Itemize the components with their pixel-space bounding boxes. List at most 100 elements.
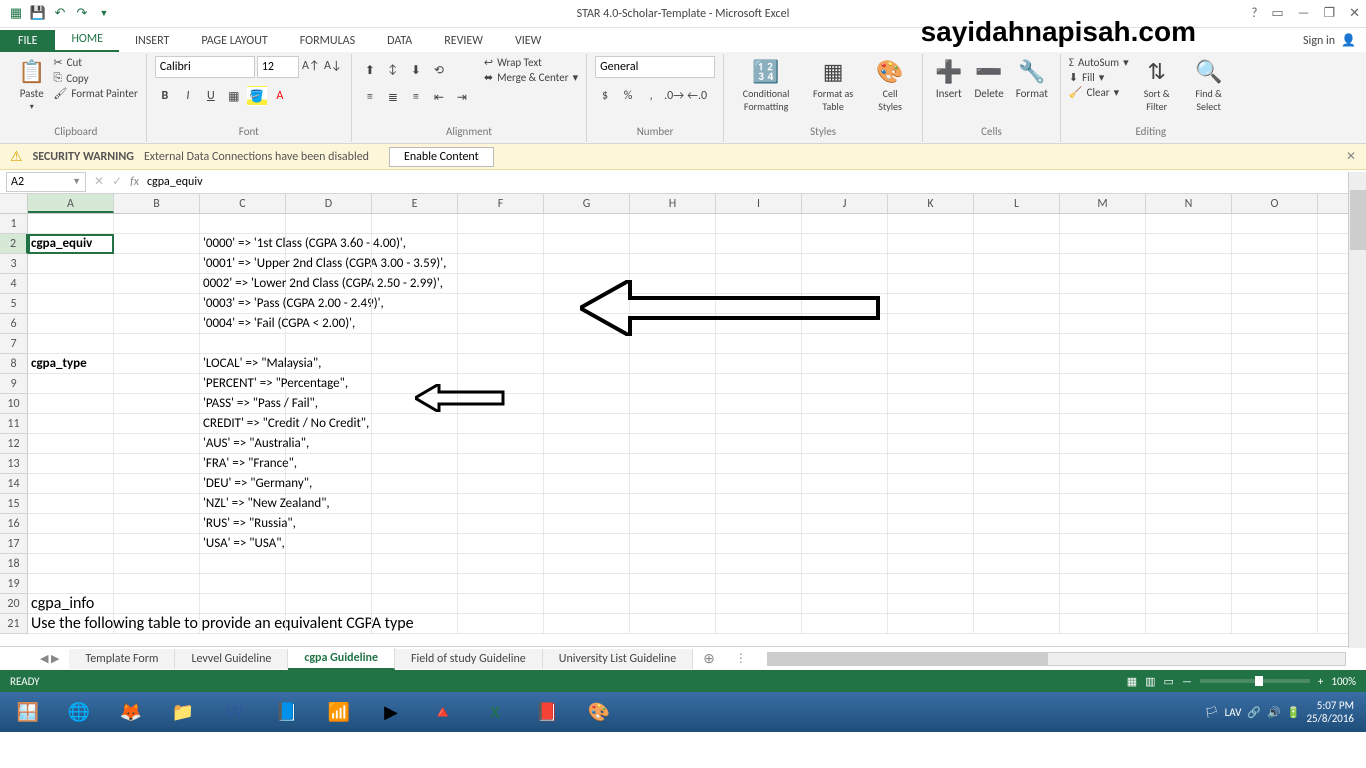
cell-F19[interactable] — [458, 574, 544, 593]
cell-L3[interactable] — [974, 254, 1060, 273]
cell-A1[interactable] — [28, 214, 114, 233]
cell-O2[interactable] — [1232, 234, 1318, 253]
save-icon[interactable]: 💾 — [30, 6, 46, 22]
cell-E3[interactable] — [372, 254, 458, 273]
cell-B10[interactable] — [114, 394, 200, 413]
cell-A9[interactable] — [28, 374, 114, 393]
cell-K5[interactable] — [888, 294, 974, 313]
row-header-10[interactable]: 10 — [0, 394, 28, 414]
tab-insert[interactable]: INSERT — [119, 30, 185, 52]
cell-N11[interactable] — [1146, 414, 1232, 433]
cell-J17[interactable] — [802, 534, 888, 553]
cell-D3[interactable] — [286, 254, 372, 273]
close-icon[interactable]: ✕ — [1349, 6, 1360, 21]
cell-C3[interactable]: '0001' => 'Upper 2nd Class (CGPA 3.00 - … — [200, 254, 286, 273]
cell-C8[interactable]: 'LOCAL' => "Malaysia", — [200, 354, 286, 373]
taskbar-explorer-icon[interactable]: 📁 — [158, 695, 208, 729]
paste-button[interactable]: 📋Paste▾ — [14, 56, 49, 114]
cell-M4[interactable] — [1060, 274, 1146, 293]
cell-K11[interactable] — [888, 414, 974, 433]
cell-L16[interactable] — [974, 514, 1060, 533]
row-header-21[interactable]: 21 — [0, 614, 28, 634]
cell-H3[interactable] — [630, 254, 716, 273]
cell-H20[interactable] — [630, 594, 716, 613]
cell-D14[interactable] — [286, 474, 372, 493]
cell-M1[interactable] — [1060, 214, 1146, 233]
cell-I7[interactable] — [716, 334, 802, 353]
wrap-text-button[interactable]: ↩Wrap Text — [484, 56, 578, 69]
cell-K15[interactable] — [888, 494, 974, 513]
cell-L8[interactable] — [974, 354, 1060, 373]
cell-E1[interactable] — [372, 214, 458, 233]
hscroll-thumb[interactable] — [768, 653, 1048, 665]
cell-B14[interactable] — [114, 474, 200, 493]
row-header-7[interactable]: 7 — [0, 334, 28, 354]
cell-I8[interactable] — [716, 354, 802, 373]
cell-J10[interactable] — [802, 394, 888, 413]
cell-K9[interactable] — [888, 374, 974, 393]
tab-page-layout[interactable]: PAGE LAYOUT — [185, 30, 283, 52]
cell-O8[interactable] — [1232, 354, 1318, 373]
cell-F13[interactable] — [458, 454, 544, 473]
row-header-9[interactable]: 9 — [0, 374, 28, 394]
cell-L15[interactable] — [974, 494, 1060, 513]
cell-O19[interactable] — [1232, 574, 1318, 593]
sheet-tab-level-guideline[interactable]: Levvel Guideline — [175, 649, 288, 669]
minimize-icon[interactable]: — — [1298, 6, 1310, 21]
cell-H8[interactable] — [630, 354, 716, 373]
name-box[interactable]: A2▼ — [6, 172, 86, 192]
cell-F6[interactable] — [458, 314, 544, 333]
cell-L12[interactable] — [974, 434, 1060, 453]
cell-H17[interactable] — [630, 534, 716, 553]
cell-I12[interactable] — [716, 434, 802, 453]
col-header-M[interactable]: M — [1060, 194, 1146, 213]
cell-B16[interactable] — [114, 514, 200, 533]
cell-L9[interactable] — [974, 374, 1060, 393]
taskbar-excel-icon[interactable]: X — [470, 695, 520, 729]
col-header-K[interactable]: K — [888, 194, 974, 213]
cell-O14[interactable] — [1232, 474, 1318, 493]
row-header-6[interactable]: 6 — [0, 314, 28, 334]
cell-J18[interactable] — [802, 554, 888, 573]
cell-A5[interactable] — [28, 294, 114, 313]
cell-F20[interactable] — [458, 594, 544, 613]
cell-F1[interactable] — [458, 214, 544, 233]
fx-icon[interactable]: fx — [130, 175, 139, 189]
cell-C9[interactable]: 'PERCENT' => "Percentage", — [200, 374, 286, 393]
cell-I13[interactable] — [716, 454, 802, 473]
cell-M9[interactable] — [1060, 374, 1146, 393]
cell-O20[interactable] — [1232, 594, 1318, 613]
taskbar-firefox-icon[interactable]: 🦊 — [106, 695, 156, 729]
cell-D9[interactable] — [286, 374, 372, 393]
cell-H19[interactable] — [630, 574, 716, 593]
cell-F14[interactable] — [458, 474, 544, 493]
italic-button[interactable]: I — [178, 86, 198, 106]
row-header-17[interactable]: 17 — [0, 534, 28, 554]
cell-O7[interactable] — [1232, 334, 1318, 353]
cell-A16[interactable] — [28, 514, 114, 533]
cell-D21[interactable] — [286, 614, 372, 633]
row-header-20[interactable]: 20 — [0, 594, 28, 614]
undo-icon[interactable]: ↶ — [52, 6, 68, 22]
cell-D20[interactable] — [286, 594, 372, 613]
cell-H2[interactable] — [630, 234, 716, 253]
cell-C18[interactable] — [200, 554, 286, 573]
align-bottom-icon[interactable]: ⬇ — [406, 60, 426, 80]
cell-E7[interactable] — [372, 334, 458, 353]
cell-L13[interactable] — [974, 454, 1060, 473]
align-middle-icon[interactable]: ↕ — [383, 60, 403, 80]
formula-input[interactable] — [147, 175, 1360, 189]
row-header-12[interactable]: 12 — [0, 434, 28, 454]
cell-H9[interactable] — [630, 374, 716, 393]
cell-A13[interactable] — [28, 454, 114, 473]
cell-J20[interactable] — [802, 594, 888, 613]
cell-A8[interactable]: cgpa_type — [28, 354, 114, 373]
cell-N9[interactable] — [1146, 374, 1232, 393]
row-header-3[interactable]: 3 — [0, 254, 28, 274]
col-header-C[interactable]: C — [200, 194, 286, 213]
col-header-B[interactable]: B — [114, 194, 200, 213]
cell-I2[interactable] — [716, 234, 802, 253]
font-color-button[interactable]: A — [270, 86, 290, 106]
tray-battery-icon[interactable]: 🔋 — [1287, 706, 1301, 719]
col-header-H[interactable]: H — [630, 194, 716, 213]
